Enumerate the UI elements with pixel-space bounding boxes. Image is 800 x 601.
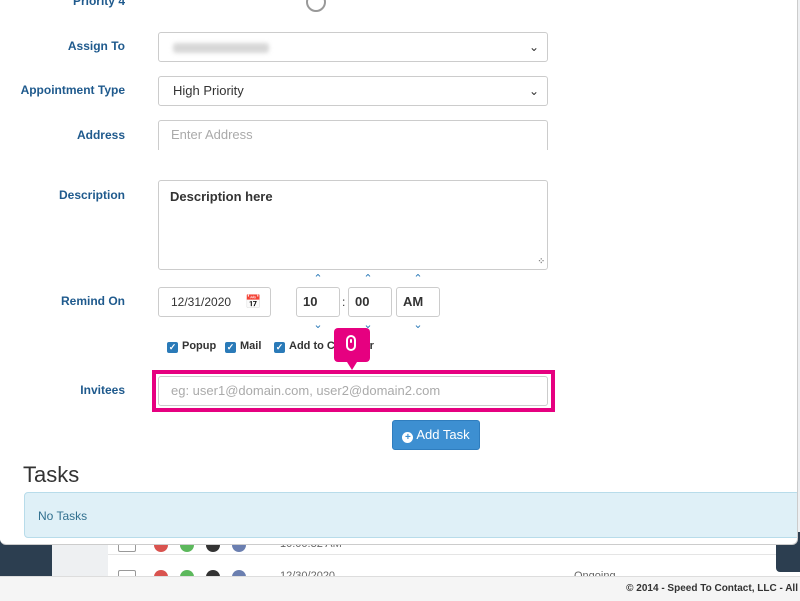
address-label: Address xyxy=(76,128,125,142)
assign-to-select[interactable]: ⌄ xyxy=(158,32,548,62)
hour-down-chevron-down-icon[interactable]: ⌄ xyxy=(308,318,328,331)
description-textarea[interactable]: Description here ⁘ xyxy=(158,180,548,270)
appointment-type-select[interactable]: High Priority ⌄ xyxy=(158,76,548,106)
address-placeholder: Enter Address xyxy=(171,127,253,142)
footer-copyright: © 2014 - Speed To Contact, LLC - All xyxy=(626,583,798,594)
tasks-heading: Tasks xyxy=(23,462,80,487)
target-highlight xyxy=(152,370,555,412)
assignee-name-redacted xyxy=(173,42,269,53)
check-icon: ✓ xyxy=(167,342,178,353)
appointment-type-label: Appointment Type xyxy=(20,83,125,97)
ampm-value: AM xyxy=(403,294,424,309)
resize-handle-icon[interactable]: ⁘ xyxy=(537,256,545,267)
description-label: Description xyxy=(58,188,125,202)
plus-circle-icon: + xyxy=(402,432,414,443)
ampm-down-chevron-down-icon[interactable]: ⌄ xyxy=(408,318,428,331)
calendar-icon: 📅 xyxy=(245,294,262,309)
remind-on-label: Remind On xyxy=(60,294,125,308)
ampm-up-chevron-up-icon[interactable]: ⌃ xyxy=(408,272,428,285)
minute-input[interactable]: 00 xyxy=(348,287,392,317)
chevron-down-icon: ⌄ xyxy=(528,40,539,54)
description-value: Description here xyxy=(170,189,273,204)
priority-radio[interactable] xyxy=(306,0,326,12)
no-tasks-alert: No Tasks xyxy=(24,492,797,538)
time-separator: : xyxy=(342,295,346,309)
priority-label: Priority 4 xyxy=(72,0,125,8)
check-icon: ✓ xyxy=(225,342,236,353)
popup-checkbox[interactable]: ✓ Popup xyxy=(167,340,216,353)
mail-label: Mail xyxy=(240,340,262,352)
add-task-label: Add Task xyxy=(416,427,470,442)
hour-input[interactable]: 10 xyxy=(296,287,340,317)
chevron-down-icon: ⌄ xyxy=(528,84,539,98)
check-icon: ✓ xyxy=(274,342,285,353)
background-task-list: 10:00:32 AM 12/30/2020 Ongoing xyxy=(108,538,800,587)
footer: © 2014 - Speed To Contact, LLC - All xyxy=(0,576,800,601)
minute-value: 00 xyxy=(355,294,370,309)
mouse-icon xyxy=(346,335,356,351)
remind-date-input[interactable]: 12/31/2020 xyxy=(158,287,238,317)
invitees-label: Invitees xyxy=(80,383,125,397)
calendar-button[interactable]: 📅 xyxy=(237,287,271,317)
hour-value: 10 xyxy=(303,294,318,309)
add-task-button[interactable]: + Add Task xyxy=(392,420,480,450)
assign-to-label: Assign To xyxy=(67,39,125,53)
ampm-toggle[interactable]: AM xyxy=(396,287,440,317)
remind-date-value: 12/31/2020 xyxy=(171,295,232,309)
click-indicator xyxy=(334,328,370,370)
popup-label: Popup xyxy=(182,340,217,352)
appointment-type-value: High Priority xyxy=(173,83,244,98)
hour-up-chevron-up-icon[interactable]: ⌃ xyxy=(308,272,328,285)
mail-checkbox[interactable]: ✓ Mail xyxy=(225,340,261,353)
minute-up-chevron-up-icon[interactable]: ⌃ xyxy=(358,272,378,285)
no-tasks-message: No Tasks xyxy=(38,509,88,523)
add-task-modal: Priority 4 Assign To ⌄ Appointment Type … xyxy=(0,0,798,545)
address-input[interactable]: Enter Address xyxy=(158,120,548,150)
